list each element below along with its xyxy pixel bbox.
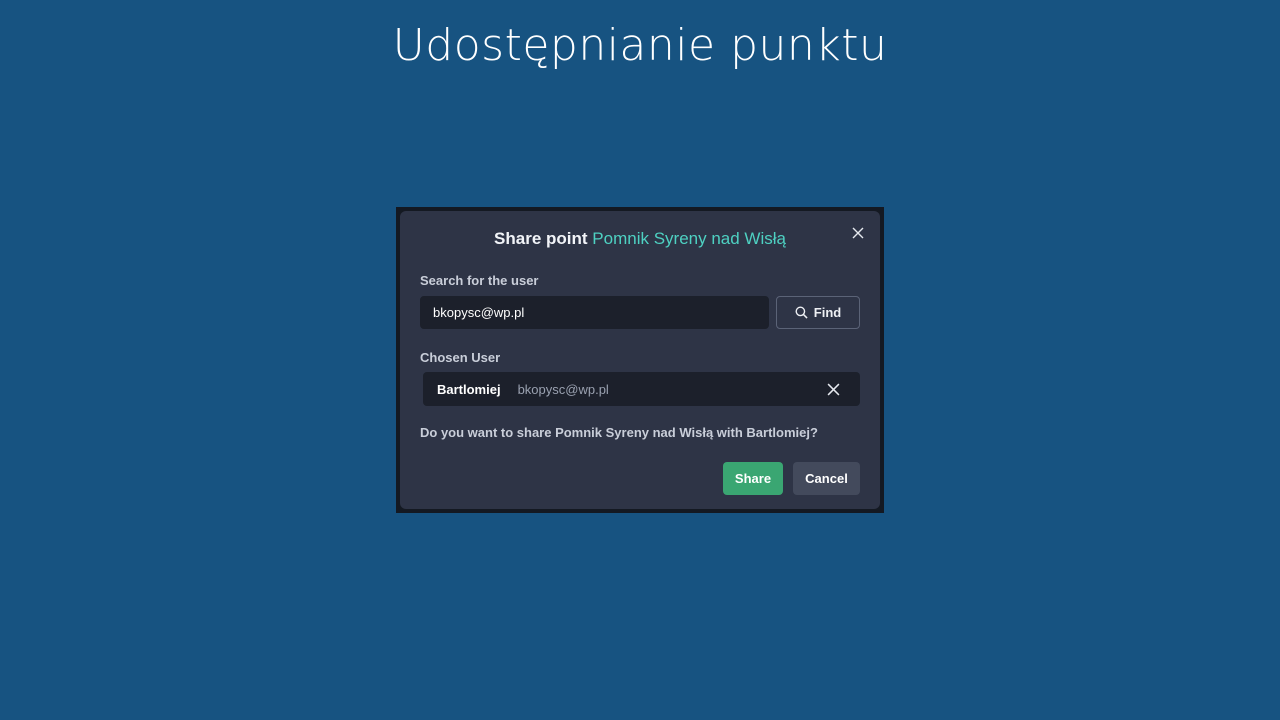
confirm-text: Do you want to share Pomnik Syreny nad W… [420,425,818,440]
close-icon [827,383,839,395]
dialog-title-prefix: Share point [494,229,588,248]
chosen-user-label: Chosen User [420,350,501,365]
cancel-button[interactable]: Cancel [793,462,860,495]
slide-title: Udostępnianie punktu [392,20,888,71]
chosen-user-row: Bartlomiej bkopysc@wp.pl [423,372,860,406]
chosen-user-name: Bartlomiej [437,381,501,397]
chosen-user-email: bkopysc@wp.pl [517,381,609,397]
remove-user-button[interactable] [824,380,842,398]
user-search-input[interactable] [420,296,769,329]
search-icon [795,306,808,319]
share-button[interactable]: Share [723,462,783,495]
find-button-label: Find [813,305,842,320]
dialog-frame: Share point Pomnik Syreny nad Wisłą Sear… [396,207,884,513]
point-name: Pomnik Syreny nad Wisłą [592,229,786,248]
share-dialog: Share point Pomnik Syreny nad Wisłą Sear… [400,211,880,509]
close-dialog-button[interactable] [848,223,868,243]
find-button[interactable]: Find [776,296,860,329]
close-icon [852,227,864,239]
search-label: Search for the user [420,273,539,288]
dialog-title: Share point Pomnik Syreny nad Wisłą [400,229,880,249]
